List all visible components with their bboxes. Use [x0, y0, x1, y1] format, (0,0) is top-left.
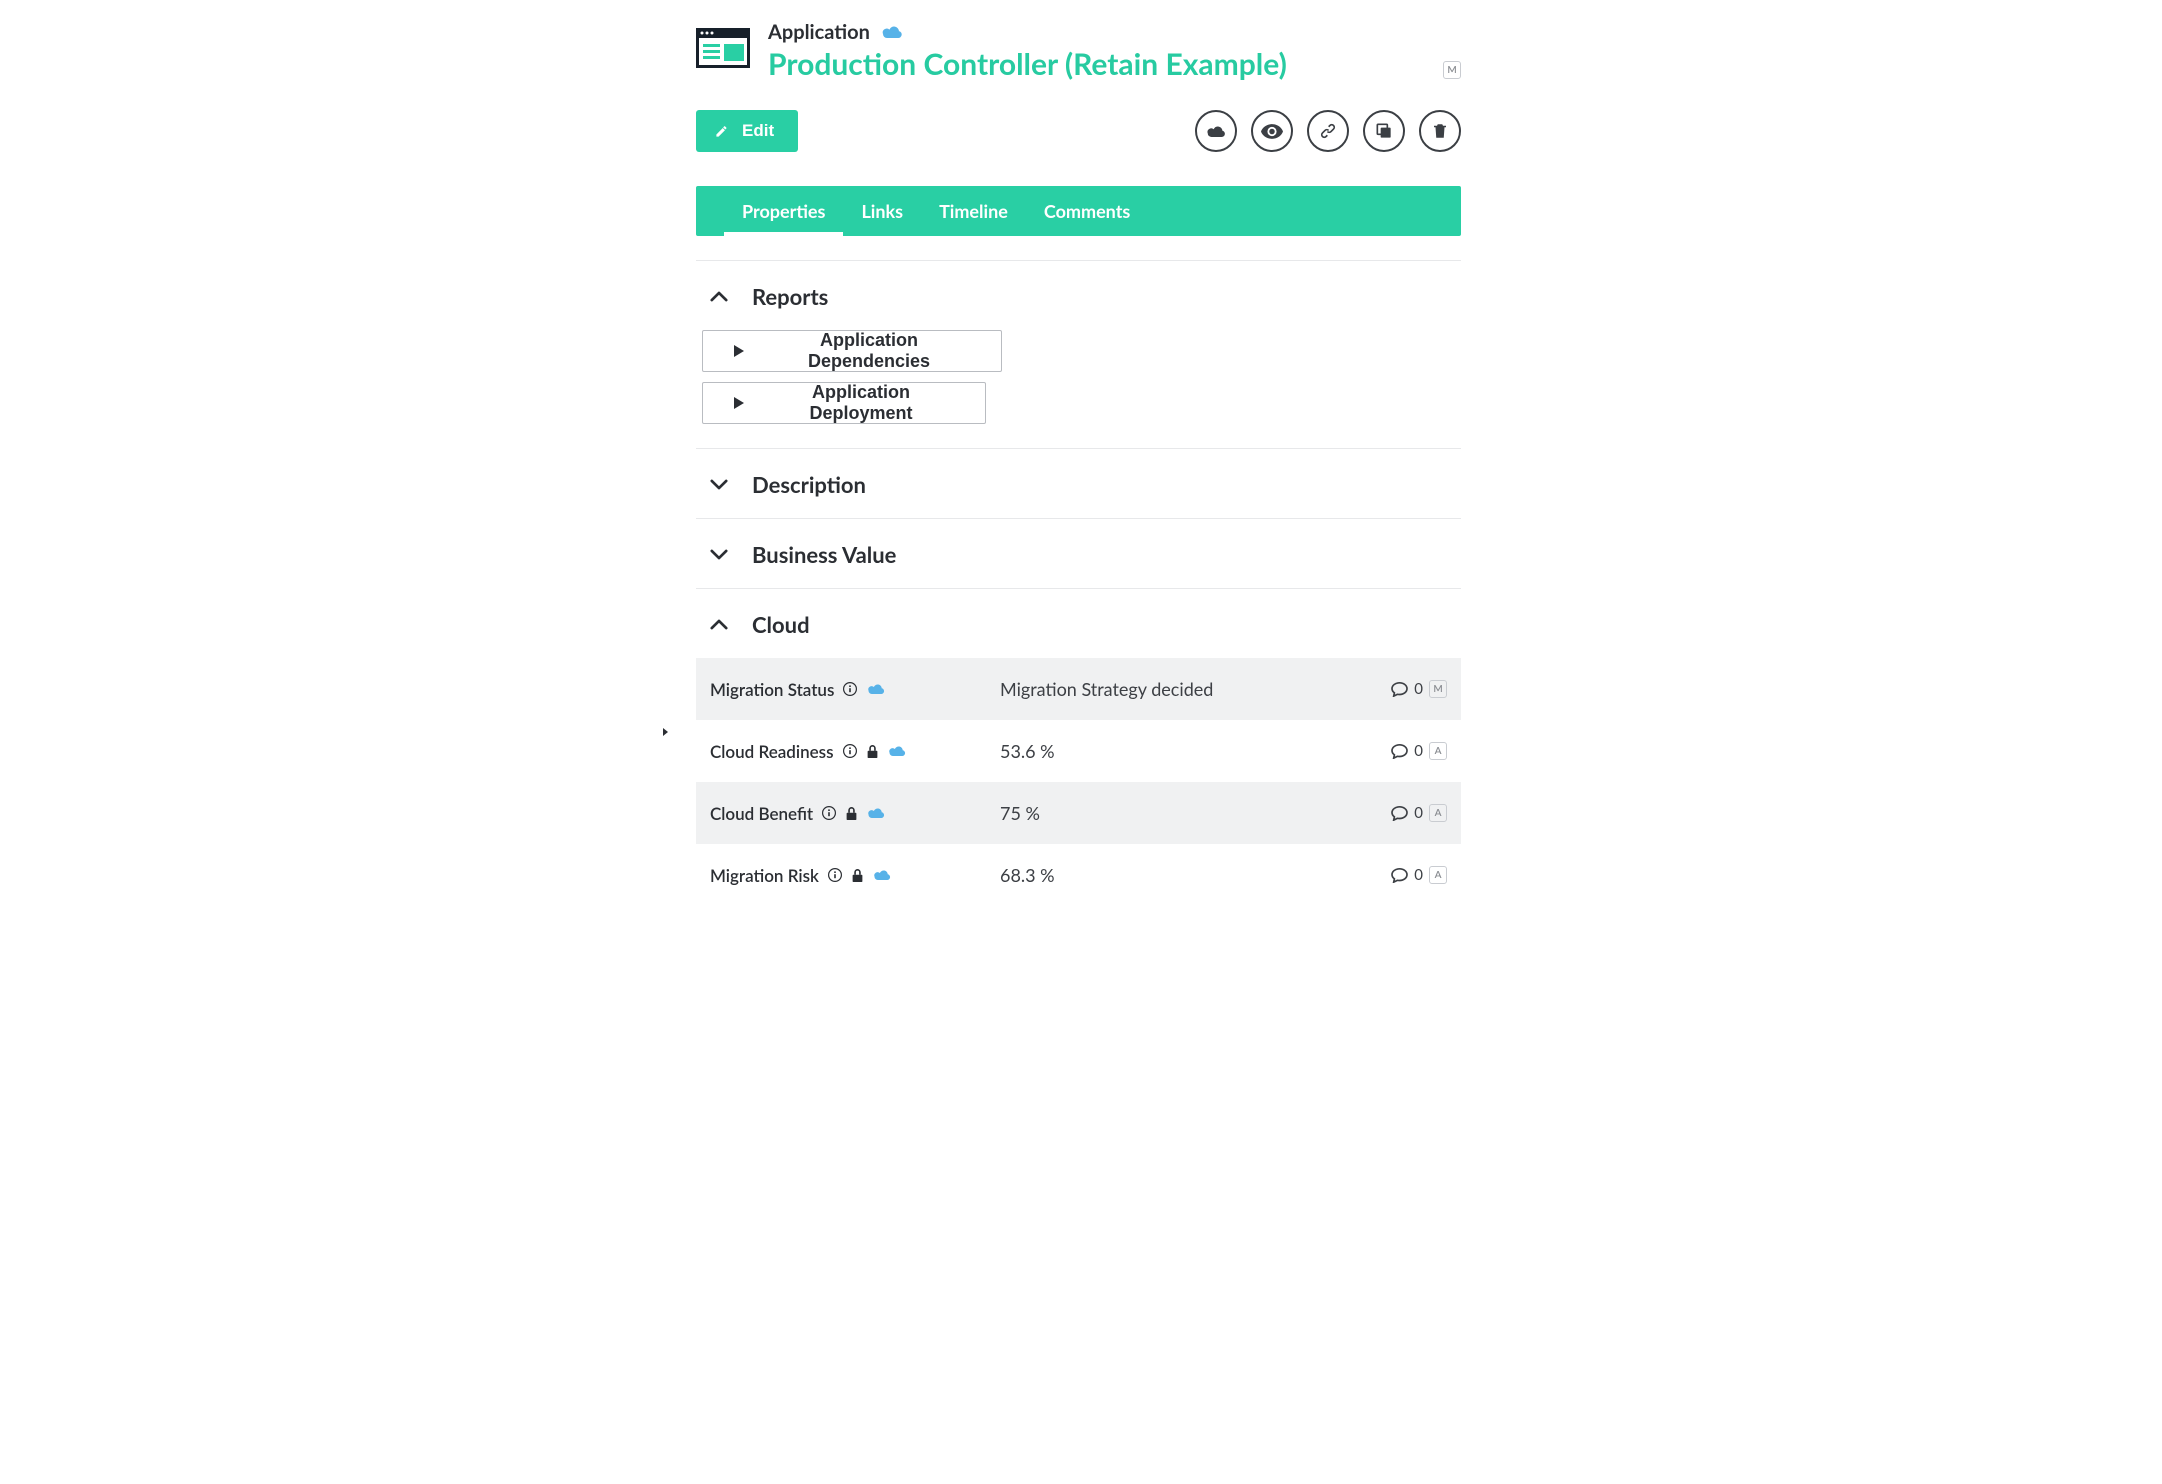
property-tag-badge: A — [1429, 742, 1447, 760]
chevron-down-icon — [710, 479, 728, 490]
section-title: Reports — [752, 283, 828, 310]
property-row-migration-status: Migration Status Migration Strategy deci… — [696, 658, 1461, 720]
section-business-value-toggle[interactable]: Business Value — [696, 519, 1461, 588]
property-row-cloud-readiness: Cloud Readiness 53.6 % 0 A — [696, 720, 1461, 782]
report-application-deployment[interactable]: Application Deployment — [702, 382, 986, 424]
tab-label: Properties — [742, 200, 825, 222]
section-description-toggle[interactable]: Description — [696, 449, 1461, 518]
entity-title: Production Controller (Retain Example) — [768, 46, 1425, 82]
property-value: 68.3 % — [1000, 864, 1391, 886]
entity-panel: Application Production Controller (Retai… — [696, 0, 1461, 906]
section-title: Cloud — [752, 611, 810, 638]
entity-type-label: Application — [768, 20, 870, 44]
info-icon[interactable] — [842, 743, 858, 759]
comment-count: 0 — [1414, 742, 1423, 760]
copy-button[interactable] — [1363, 110, 1405, 152]
tab-properties[interactable]: Properties — [724, 186, 843, 236]
pencil-icon — [714, 123, 730, 139]
cloud-icon — [866, 806, 886, 820]
property-label: Migration Risk — [710, 865, 819, 886]
chevron-down-icon — [710, 549, 728, 560]
lock-icon — [845, 806, 858, 821]
application-thumb-icon — [696, 28, 750, 68]
section-title: Description — [752, 471, 866, 498]
play-icon — [733, 396, 745, 410]
edit-button-label: Edit — [742, 121, 774, 141]
play-icon — [733, 344, 745, 358]
property-row-cloud-benefit: Cloud Benefit 75 % 0 A — [696, 782, 1461, 844]
tab-comments[interactable]: Comments — [1026, 186, 1148, 236]
report-label: Application Dependencies — [759, 330, 979, 372]
comment-count: 0 — [1414, 866, 1423, 884]
property-value: Migration Strategy decided — [1000, 678, 1391, 700]
delete-button[interactable] — [1419, 110, 1461, 152]
tab-label: Comments — [1044, 200, 1130, 222]
report-application-dependencies[interactable]: Application Dependencies — [702, 330, 1002, 372]
property-value: 53.6 % — [1000, 740, 1391, 762]
property-tag-badge: M — [1429, 680, 1447, 698]
property-tag-badge: A — [1429, 866, 1447, 884]
section-reports-toggle[interactable]: Reports — [696, 261, 1461, 330]
cloud-action-button[interactable] — [1195, 110, 1237, 152]
link-button[interactable] — [1307, 110, 1349, 152]
section-title: Business Value — [752, 541, 896, 568]
comment-icon[interactable] — [1391, 682, 1408, 697]
property-label: Cloud Benefit — [710, 803, 813, 824]
cloud-icon — [880, 24, 904, 40]
info-icon[interactable] — [842, 681, 858, 697]
comment-count: 0 — [1414, 680, 1423, 698]
property-value: 75 % — [1000, 802, 1391, 824]
header-tag-badge: M — [1443, 61, 1461, 79]
info-icon[interactable] — [821, 805, 837, 821]
cloud-icon — [866, 682, 886, 696]
watch-button[interactable] — [1251, 110, 1293, 152]
cloud-icon — [887, 744, 907, 758]
comment-icon[interactable] — [1391, 744, 1408, 759]
comment-icon[interactable] — [1391, 868, 1408, 883]
info-icon[interactable] — [827, 867, 843, 883]
section-cloud-toggle[interactable]: Cloud — [696, 589, 1461, 658]
cloud-icon — [872, 868, 892, 882]
edit-button[interactable]: Edit — [696, 110, 798, 152]
chevron-up-icon — [710, 619, 728, 630]
tab-links[interactable]: Links — [843, 186, 921, 236]
lock-icon — [851, 868, 864, 883]
tab-bar: Properties Links Timeline Comments — [696, 186, 1461, 236]
property-label: Migration Status — [710, 679, 834, 700]
lock-icon — [866, 744, 879, 759]
property-row-migration-risk: Migration Risk 68.3 % 0 A — [696, 844, 1461, 906]
expand-side-arrow-icon[interactable] — [662, 727, 670, 737]
property-tag-badge: A — [1429, 804, 1447, 822]
chevron-up-icon — [710, 291, 728, 302]
comment-icon[interactable] — [1391, 806, 1408, 821]
comment-count: 0 — [1414, 804, 1423, 822]
tab-label: Timeline — [939, 200, 1008, 222]
report-label: Application Deployment — [759, 382, 963, 424]
property-label: Cloud Readiness — [710, 741, 834, 762]
tab-label: Links — [861, 200, 903, 222]
tab-timeline[interactable]: Timeline — [921, 186, 1026, 236]
